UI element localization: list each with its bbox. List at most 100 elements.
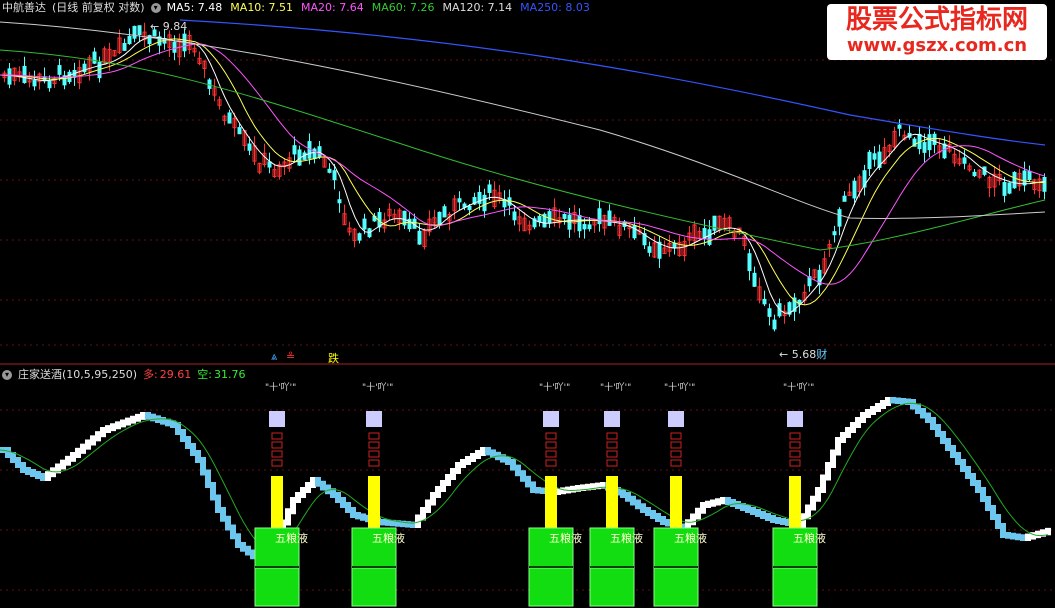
candle-body [872, 153, 877, 160]
candle-body [127, 35, 132, 45]
candle-body [512, 211, 517, 221]
candle-body [22, 65, 27, 84]
signal-green-block [254, 567, 300, 607]
low-price-value: 5.68 [791, 348, 817, 361]
signal-yellow-bar [545, 476, 557, 530]
signal-dash [271, 432, 283, 440]
signal-block-label: 五粮液 [549, 532, 582, 545]
signal-yellow-bar [606, 476, 618, 530]
signal-block-label: 五粮液 [610, 532, 643, 545]
candle-body [767, 308, 772, 317]
signal-green-block [653, 567, 699, 607]
signal-dash [670, 459, 682, 467]
candle-body [327, 168, 332, 173]
stock-title: 中航善达 [2, 1, 46, 14]
signal-square [787, 411, 803, 427]
candle-body [442, 206, 447, 218]
ma-indicator-ma120: MA120: 7.14 [442, 1, 513, 14]
candle-body [647, 246, 652, 253]
candle-body [932, 133, 937, 145]
candle-body [467, 205, 472, 211]
signal-dash [368, 459, 380, 467]
signal-top-glyph: "十'吖'" [664, 383, 696, 393]
candle-body [537, 215, 542, 223]
k-line-step [1045, 527, 1051, 536]
candle-body [1002, 182, 1007, 196]
signal-dash [789, 459, 801, 467]
high-price-marker: ← 9.84 [150, 20, 188, 33]
long-label: 多: [143, 368, 158, 381]
ma5-line [0, 36, 1046, 314]
signal-square [366, 411, 382, 427]
signal-green-block [528, 567, 574, 607]
long-value: 29.61 [159, 368, 192, 381]
candle-body [247, 143, 252, 151]
candle-body [597, 208, 602, 225]
candle-body [747, 253, 752, 272]
candle-body [267, 161, 272, 168]
signal-yellow-bar [789, 476, 801, 530]
signal-top-glyph: "十'吖'" [783, 383, 815, 393]
signal-dash [670, 450, 682, 458]
candle-body [562, 214, 567, 219]
signal-green-block [772, 567, 818, 607]
candle-body [547, 211, 552, 224]
candle-body [942, 143, 947, 159]
signal-block-label: 五粮液 [674, 532, 707, 545]
candle-body [357, 233, 362, 241]
signal-dash [271, 441, 283, 449]
signal-top-glyph: "十'吖'" [600, 383, 632, 393]
signal-block-label: 五粮液 [372, 532, 405, 545]
signal-dash [789, 441, 801, 449]
settings-caret-icon[interactable]: ▾ [150, 3, 161, 13]
candle-body [332, 170, 337, 181]
candle-body [457, 198, 462, 203]
signal-yellow-bar [368, 476, 380, 530]
candle-body [32, 79, 37, 87]
signal-dash [670, 441, 682, 449]
signal-top-glyph: "十'吖'" [362, 383, 394, 393]
candle-body [137, 25, 142, 36]
candle-body [852, 180, 857, 199]
candle-body [172, 41, 177, 53]
chart-canvas[interactable] [0, 0, 1055, 608]
candle-body [122, 42, 127, 51]
ma-indicator-ma60: MA60: 7.26 [371, 1, 435, 14]
candle-body [962, 157, 967, 164]
ma10-line [0, 38, 1045, 306]
signal-dash [545, 441, 557, 449]
candle-body [577, 214, 582, 232]
candle-body [762, 298, 767, 305]
watermark-logo: 股票公式指标网 www.gszx.com.cn [827, 4, 1047, 60]
candle-body [707, 229, 712, 245]
signal-dash [545, 459, 557, 467]
candle-body [1027, 170, 1032, 181]
signal-marker-icon: ≗ [286, 350, 296, 363]
indicator-title: 庄家送酒 [18, 368, 62, 381]
candle-body [607, 210, 612, 226]
signal-dash [545, 450, 557, 458]
candle-body [752, 272, 757, 287]
ma-indicators: MA5: 7.48 MA10: 7.51 MA20: 7.64 MA60: 7.26 M… [167, 0, 590, 16]
candle-body [7, 68, 12, 85]
candle-body [57, 65, 62, 75]
signal-dash [606, 441, 618, 449]
candle-body [1022, 170, 1027, 186]
sub-settings-caret-icon[interactable]: ▾ [2, 370, 12, 380]
candle-body [487, 184, 492, 193]
signal-green-block [351, 567, 397, 607]
candle-body [1012, 171, 1017, 189]
signal-yellow-bar [670, 476, 682, 530]
signal-dash [271, 459, 283, 467]
candle-body [237, 127, 242, 135]
signal-dash [368, 441, 380, 449]
signal-dash [670, 432, 682, 440]
ma-indicator-ma250: MA250: 8.03 [520, 1, 590, 14]
candle-body [842, 195, 847, 202]
candle-body [482, 194, 487, 212]
candle-body [292, 145, 297, 155]
signal-dash [368, 450, 380, 458]
candle-body [417, 230, 422, 245]
signal-block-label: 五粮液 [275, 532, 308, 545]
signal-square [269, 411, 285, 427]
